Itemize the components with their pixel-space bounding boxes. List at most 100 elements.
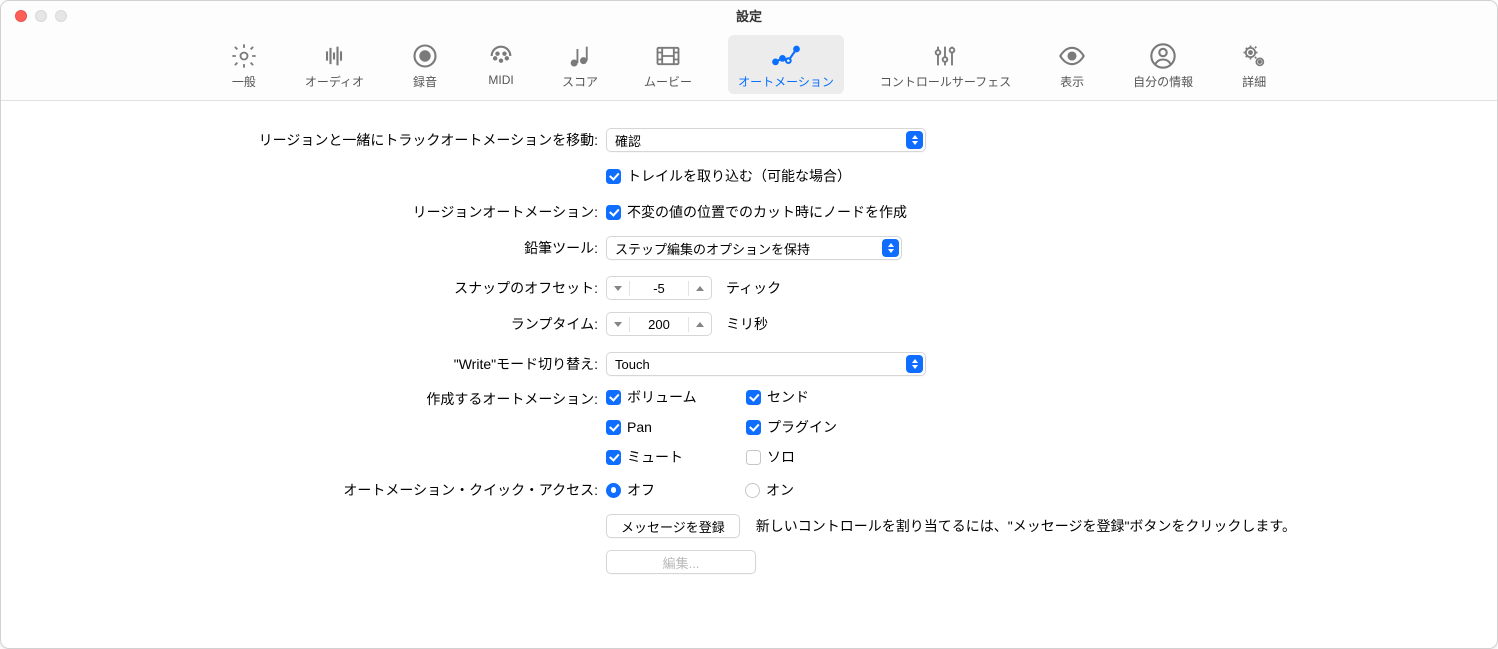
tab-control-surfaces[interactable]: コントロールサーフェス: [870, 35, 1021, 94]
tab-general[interactable]: 一般: [219, 35, 269, 94]
titlebar: 設定: [1, 1, 1497, 29]
edit-button: 編集...: [606, 550, 756, 574]
quick-access-label: オートメーション・クイック・アクセス:: [41, 480, 606, 500]
quick-off-radio[interactable]: オフ: [606, 480, 655, 500]
plugin-checkbox[interactable]: プラグイン: [746, 417, 886, 437]
checkbox-label: トレイルを取り込む（可能な場合）: [627, 166, 851, 186]
chevron-updown-icon: [882, 239, 899, 257]
snap-unit: ティック: [726, 278, 781, 298]
tab-record[interactable]: 録音: [400, 35, 450, 94]
button-label: メッセージを登録: [621, 517, 725, 536]
chevron-updown-icon: [906, 131, 923, 149]
waveform-icon: [319, 41, 349, 71]
snap-offset-stepper[interactable]: -5: [606, 276, 712, 300]
checkbox-label: センド: [767, 387, 809, 407]
tab-movie[interactable]: ムービー: [634, 35, 702, 94]
pan-checkbox[interactable]: Pan: [606, 417, 746, 437]
checkbox-label: Pan: [627, 419, 652, 435]
learn-help-text: 新しいコントロールを割り当てるには、"メッセージを登録"ボタンをクリックします。: [756, 516, 1296, 536]
volume-checkbox[interactable]: ボリューム: [606, 387, 746, 407]
tab-label: コントロールサーフェス: [880, 73, 1011, 90]
stepper-value: 200: [629, 317, 689, 332]
checkbox-icon: [606, 420, 621, 435]
midi-icon: [486, 41, 516, 71]
radio-icon: [606, 483, 621, 498]
chevron-updown-icon: [906, 355, 923, 373]
chevron-down-icon[interactable]: [607, 277, 629, 299]
notes-icon: [565, 41, 595, 71]
ramp-time-label: ランプタイム:: [41, 314, 606, 334]
checkbox-label: ボリューム: [627, 387, 697, 407]
mute-checkbox[interactable]: ミュート: [606, 447, 746, 467]
radio-icon: [745, 483, 760, 498]
move-automation-label: リージョンと一緒にトラックオートメーションを移動:: [41, 130, 606, 150]
checkbox-icon: [746, 390, 761, 405]
preferences-toolbar: 一般 オーディオ 録音 MIDI スコア: [1, 29, 1497, 101]
tab-label: スコア: [562, 73, 598, 90]
checkbox-label: ソロ: [767, 447, 795, 467]
gears-icon: [1239, 41, 1269, 71]
radio-label: オン: [766, 480, 794, 500]
eye-icon: [1057, 41, 1087, 71]
write-mode-label: "Write"モード切り替え:: [41, 354, 606, 374]
popup-value: Touch: [615, 357, 650, 372]
preferences-window: 設定 一般 オーディオ 録音 MIDI: [0, 0, 1498, 649]
checkbox-icon: [606, 450, 621, 465]
checkbox-label: プラグイン: [767, 417, 837, 437]
quick-on-radio[interactable]: オン: [745, 480, 794, 500]
tab-label: 録音: [413, 73, 437, 90]
sliders-icon: [930, 41, 960, 71]
gear-icon: [229, 41, 259, 71]
popup-value: 確認: [615, 131, 641, 150]
checkbox-label: 不変の値の位置でのカット時にノードを作成: [627, 202, 907, 222]
tab-label: オーディオ: [305, 73, 364, 90]
tab-label: 詳細: [1242, 73, 1266, 90]
popup-value: ステップ編集のオプションを保持: [615, 239, 810, 258]
pencil-tool-popup[interactable]: ステップ編集のオプションを保持: [606, 236, 902, 260]
tab-label: MIDI: [488, 73, 513, 87]
tab-label: 自分の情報: [1133, 73, 1193, 90]
trail-checkbox[interactable]: トレイルを取り込む（可能な場合）: [606, 166, 851, 186]
create-nodes-checkbox[interactable]: 不変の値の位置でのカット時にノードを作成: [606, 202, 907, 222]
tab-label: 一般: [232, 73, 256, 90]
write-mode-popup[interactable]: Touch: [606, 352, 926, 376]
stepper-value: -5: [629, 281, 689, 296]
automation-icon: [771, 41, 801, 71]
button-label: 編集...: [663, 553, 700, 572]
tab-automation[interactable]: オートメーション: [728, 35, 844, 94]
ramp-time-stepper[interactable]: 200: [606, 312, 712, 336]
snap-offset-label: スナップのオフセット:: [41, 278, 606, 298]
tab-score[interactable]: スコア: [552, 35, 608, 94]
checkbox-icon: [746, 420, 761, 435]
tab-label: オートメーション: [738, 73, 834, 90]
send-checkbox[interactable]: センド: [746, 387, 886, 407]
pencil-tool-label: 鉛筆ツール:: [41, 238, 606, 258]
move-automation-popup[interactable]: 確認: [606, 128, 926, 152]
chevron-up-icon[interactable]: [689, 313, 711, 335]
learn-message-button[interactable]: メッセージを登録: [606, 514, 740, 538]
preferences-content: リージョンと一緒にトラックオートメーションを移動: 確認 トレイルを取り込む（可…: [1, 101, 1497, 605]
tab-advanced[interactable]: 詳細: [1229, 35, 1279, 94]
checkbox-icon: [606, 205, 621, 220]
tab-label: 表示: [1060, 73, 1084, 90]
checkbox-icon: [606, 390, 621, 405]
tab-midi[interactable]: MIDI: [476, 35, 526, 91]
chevron-up-icon[interactable]: [689, 277, 711, 299]
tab-profile[interactable]: 自分の情報: [1123, 35, 1203, 94]
tab-audio[interactable]: オーディオ: [295, 35, 374, 94]
make-automation-label: 作成するオートメーション:: [41, 387, 606, 409]
region-automation-label: リージョンオートメーション:: [41, 202, 606, 222]
checkbox-icon: [606, 169, 621, 184]
tab-view[interactable]: 表示: [1047, 35, 1097, 94]
film-icon: [653, 41, 683, 71]
checkbox-label: ミュート: [627, 447, 683, 467]
checkbox-icon: [746, 450, 761, 465]
chevron-down-icon[interactable]: [607, 313, 629, 335]
ramp-unit: ミリ秒: [726, 314, 768, 334]
tab-label: ムービー: [644, 73, 692, 90]
user-icon: [1148, 41, 1178, 71]
radio-label: オフ: [627, 480, 655, 500]
window-title: 設定: [1, 6, 1497, 25]
solo-checkbox[interactable]: ソロ: [746, 447, 886, 467]
record-icon: [410, 41, 440, 71]
